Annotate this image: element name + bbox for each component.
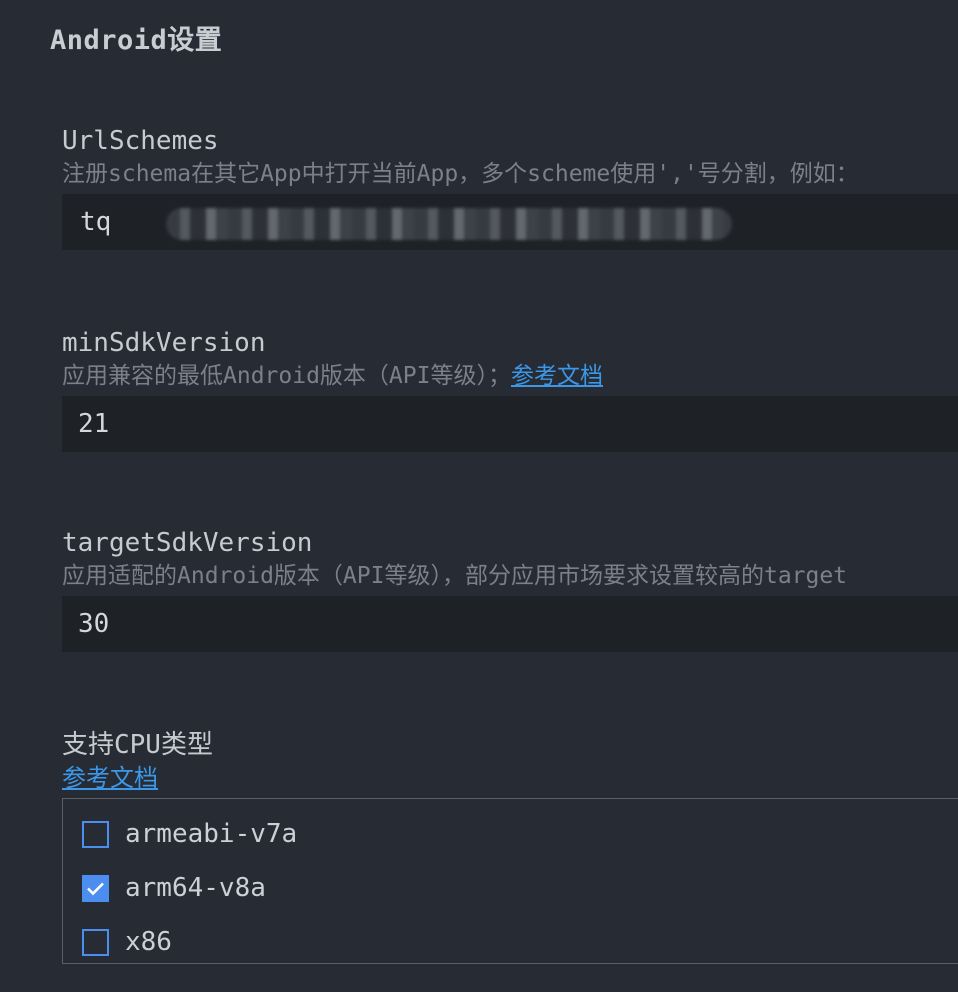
min-sdk-description: 应用兼容的最低Android版本（API等级）；参考文档 — [62, 360, 958, 392]
min-sdk-input[interactable] — [62, 396, 958, 452]
cpu-options-box: armeabi-v7a arm64-v8a x86 — [62, 798, 958, 964]
cpu-label: 支持CPU类型 — [62, 730, 213, 760]
cpu-option-label: x86 — [125, 927, 172, 957]
min-sdk-field: minSdkVersion 应用兼容的最低Android版本（API等级）；参考… — [62, 326, 958, 452]
cpu-option-armeabi-v7a[interactable]: armeabi-v7a — [82, 807, 958, 861]
target-sdk-field: targetSdkVersion 应用适配的Android版本（API等级），部… — [62, 526, 958, 652]
target-sdk-input[interactable] — [62, 596, 958, 652]
section-title: Android设置 — [50, 25, 223, 56]
min-sdk-description-text: 应用兼容的最低Android版本（API等级）； — [62, 363, 511, 389]
checkbox-icon[interactable] — [82, 820, 109, 848]
min-sdk-label: minSdkVersion — [62, 328, 266, 358]
url-schemes-field: UrlSchemes 注册schema在其它App中打开当前App，多个sche… — [62, 124, 958, 250]
url-schemes-description: 注册schema在其它App中打开当前App，多个scheme使用','号分割，… — [62, 161, 859, 187]
checkbox-icon[interactable] — [82, 874, 109, 902]
cpu-option-arm64-v8a[interactable]: arm64-v8a — [82, 861, 958, 915]
cpu-doc-link[interactable]: 参考文档 — [62, 762, 158, 794]
cpu-option-label: armeabi-v7a — [125, 819, 298, 849]
checkbox-icon[interactable] — [82, 928, 109, 956]
cpu-option-label: arm64-v8a — [125, 873, 266, 903]
target-sdk-label: targetSdkVersion — [62, 528, 313, 558]
redacted-overlay — [166, 208, 732, 240]
url-schemes-label: UrlSchemes — [62, 126, 219, 156]
target-sdk-description: 应用适配的Android版本（API等级），部分应用市场要求设置较高的targe… — [62, 563, 848, 589]
min-sdk-doc-link[interactable]: 参考文档 — [511, 363, 603, 389]
cpu-option-x86[interactable]: x86 — [82, 915, 958, 969]
cpu-field: 支持CPU类型 参考文档 armeabi-v7a arm64-v8a x86 — [62, 728, 958, 964]
